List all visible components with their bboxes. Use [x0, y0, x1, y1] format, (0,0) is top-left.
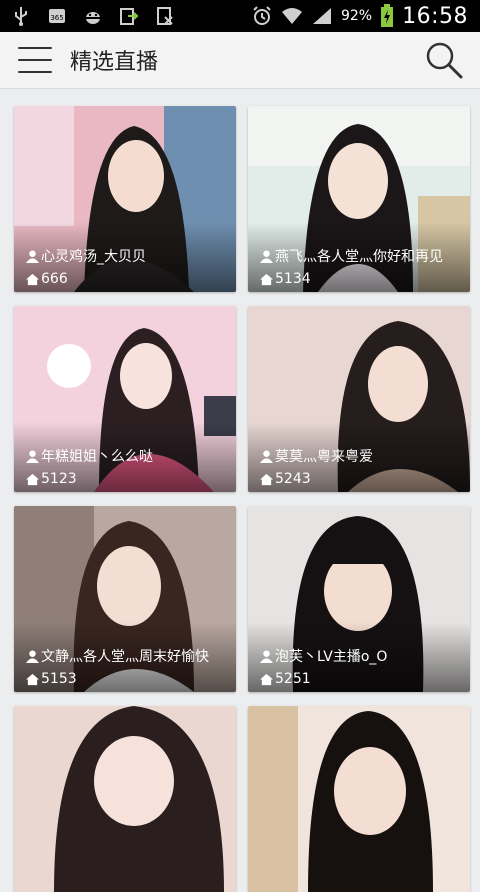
viewer-count: 5123: [41, 471, 77, 487]
streamer-name: 燕飞灬各人堂灬你好和再见: [275, 249, 443, 265]
streamer-name-row: 莫莫灬粤来粤爱: [260, 446, 462, 466]
stream-card[interactable]: 文静灬各人堂灬周末好愉快 5153: [14, 506, 236, 692]
usb-icon: [10, 5, 32, 27]
signal-icon: [311, 5, 333, 27]
streamer-photo: [248, 706, 470, 892]
streamer-name-row: 心灵鸡汤_大贝贝: [26, 246, 228, 266]
hamburger-menu-icon[interactable]: [18, 47, 52, 73]
viewer-count-row: 5123: [26, 471, 77, 487]
stream-card[interactable]: 心灵鸡汤_大贝贝 666: [14, 106, 236, 292]
stream-card[interactable]: 燕飞灬各人堂灬你好和再见 5134: [248, 106, 470, 292]
home-icon: [260, 473, 273, 485]
viewer-count-row: 5251: [260, 671, 311, 687]
search-icon[interactable]: [424, 40, 464, 80]
person-icon: [26, 249, 39, 263]
streamer-name: 年糕姐姐丶么么哒: [41, 449, 153, 465]
viewer-count-row: 666: [26, 271, 68, 287]
svg-text:365: 365: [50, 14, 63, 22]
viewer-count-row: 5134: [260, 271, 311, 287]
stream-card[interactable]: [14, 706, 236, 892]
viewer-count-row: 5243: [260, 471, 311, 487]
streamer-name-row: 文静灬各人堂灬周末好愉快: [26, 646, 228, 666]
clock: 16:58: [402, 3, 468, 29]
app-bar: 精选直播: [0, 32, 480, 89]
page-title: 精选直播: [70, 50, 159, 75]
person-icon: [260, 649, 273, 663]
streamer-name: 心灵鸡汤_大贝贝: [41, 249, 146, 265]
stream-card[interactable]: 年糕姐姐丶么么哒 5123: [14, 306, 236, 492]
person-icon: [26, 449, 39, 463]
home-icon: [26, 673, 39, 685]
stream-card[interactable]: [248, 706, 470, 892]
streamer-name: 文静灬各人堂灬周末好愉快: [41, 649, 209, 665]
battery-charging-icon: [380, 4, 394, 27]
streamer-name-row: 年糕姐姐丶么么哒: [26, 446, 228, 466]
viewer-count: 5243: [275, 471, 311, 487]
person-icon: [260, 449, 273, 463]
viewer-count: 666: [41, 271, 68, 287]
alarm-icon: [251, 5, 273, 27]
streamer-name: 泡芙丶LV主播o_O: [275, 649, 388, 665]
home-icon: [26, 473, 39, 485]
viewer-count: 5251: [275, 671, 311, 687]
stream-card[interactable]: 泡芙丶LV主播o_O 5251: [248, 506, 470, 692]
viewer-count: 5153: [41, 671, 77, 687]
android-debug-icon: [82, 5, 104, 27]
home-icon: [26, 273, 39, 285]
home-icon: [260, 673, 273, 685]
person-icon: [260, 249, 273, 263]
status-bar: 365 92% 16:58: [0, 0, 480, 32]
person-icon: [26, 649, 39, 663]
wifi-icon: [281, 5, 303, 27]
streamer-name: 莫莫灬粤来粤爱: [275, 449, 373, 465]
streamer-name-row: 泡芙丶LV主播o_O: [260, 646, 462, 666]
home-icon: [260, 273, 273, 285]
streamer-photo: [14, 706, 236, 892]
viewer-count-row: 5153: [26, 671, 77, 687]
stream-card[interactable]: 莫莫灬粤来粤爱 5243: [248, 306, 470, 492]
sim-365-icon: 365: [46, 5, 68, 27]
viewer-count: 5134: [275, 271, 311, 287]
streamer-name-row: 燕飞灬各人堂灬你好和再见: [260, 246, 462, 266]
document-x-icon: [154, 5, 176, 27]
battery-percent: 92%: [340, 8, 373, 24]
export-icon: [118, 5, 140, 27]
